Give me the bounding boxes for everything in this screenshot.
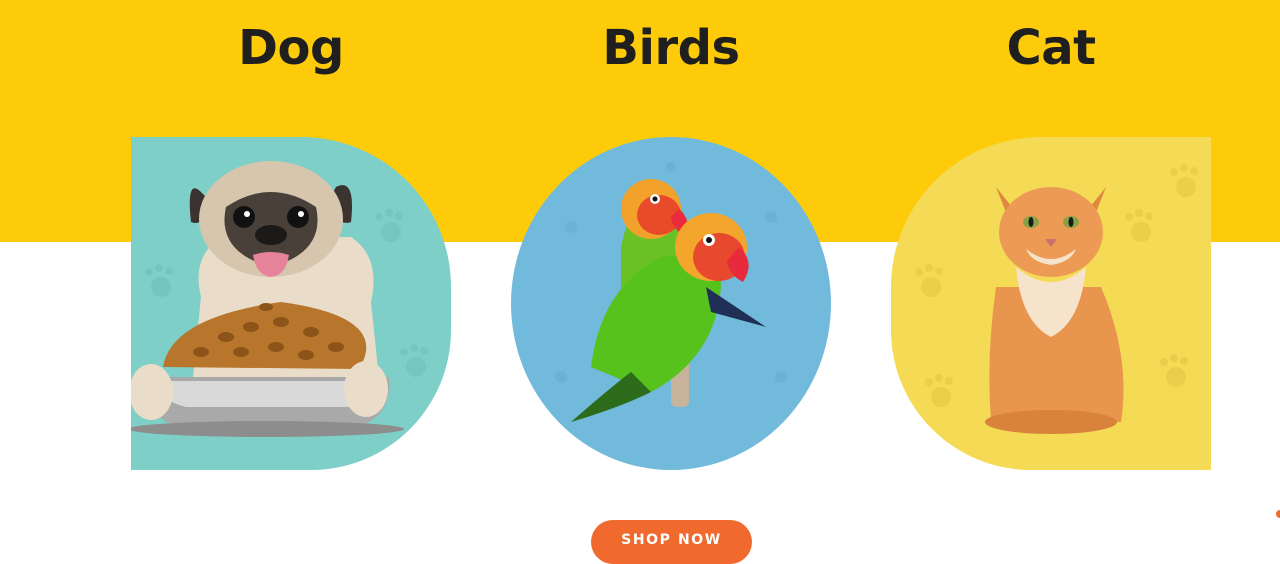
- dog-image-tile[interactable]: [131, 137, 451, 470]
- dog-illustration: [131, 161, 428, 437]
- birds-image-tile[interactable]: [511, 137, 831, 470]
- lovebirds-illustration: [555, 162, 787, 422]
- category-title-cat[interactable]: Cat: [891, 20, 1211, 76]
- cat-illustration: [915, 164, 1198, 434]
- cat-image-tile[interactable]: [891, 137, 1211, 470]
- shop-now-button[interactable]: SHOP NOW: [591, 520, 752, 564]
- scroll-indicator-dot: [1276, 510, 1280, 518]
- category-title-birds[interactable]: Birds: [511, 20, 831, 76]
- category-title-dog[interactable]: Dog: [131, 20, 451, 76]
